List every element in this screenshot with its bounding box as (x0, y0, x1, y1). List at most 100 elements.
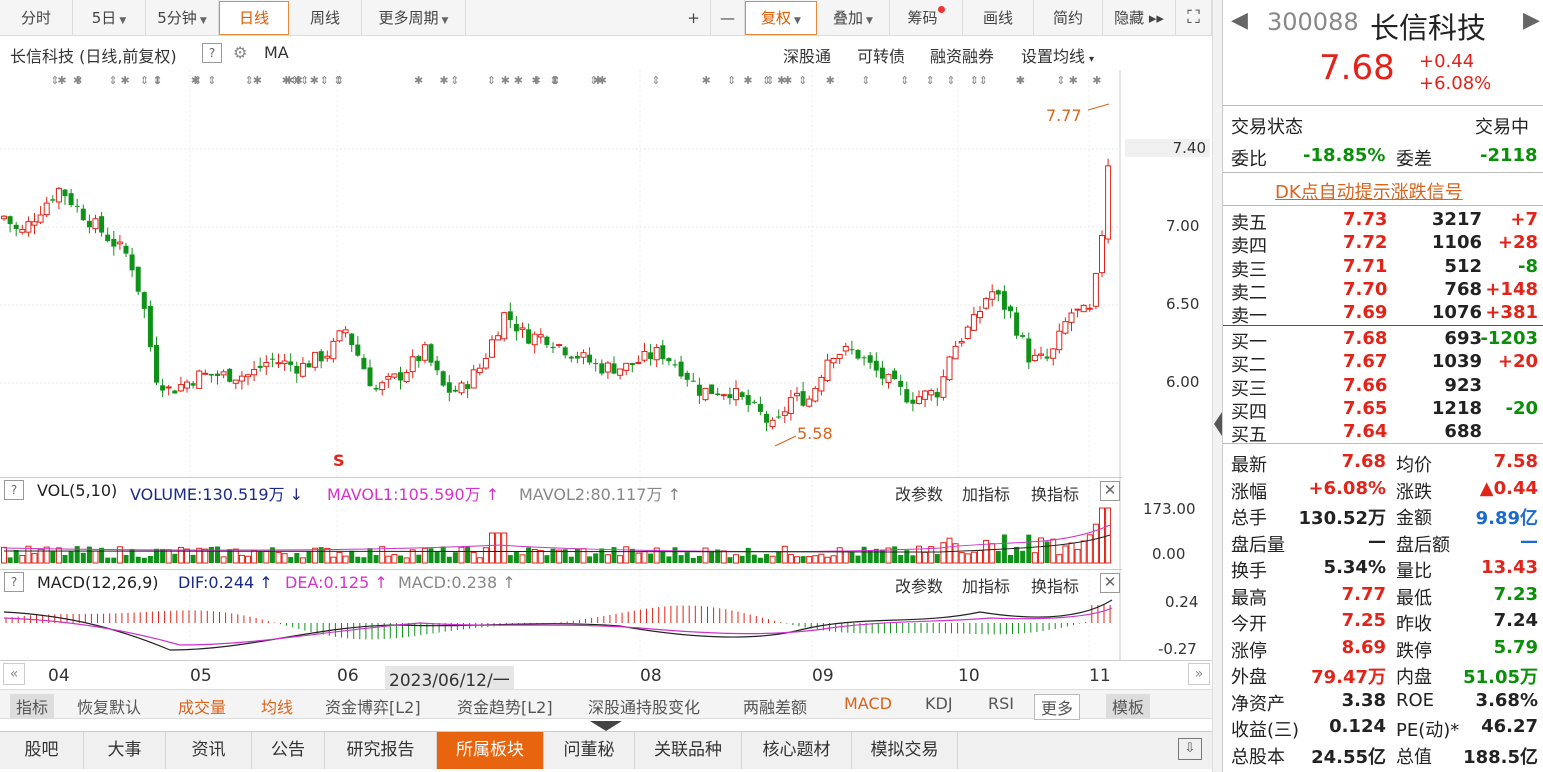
volume-bar (648, 553, 654, 563)
volume-bar (99, 547, 105, 563)
bottom-tab-9[interactable]: 模拟交易 (852, 732, 958, 769)
bottom-tabs: ⇩ 股吧 大事 资讯 公告 研究报告 所属板块 问董秘 关联品种 核心题材 模拟交易 (0, 731, 1215, 769)
download-icon[interactable]: ⇩ (1178, 738, 1202, 760)
volume-bar (812, 555, 819, 564)
event-marker-icon: ⇕ (946, 74, 955, 87)
candle-body (1080, 304, 1087, 313)
indicator-tab-7[interactable]: 两融差额 (743, 694, 807, 718)
candle-body (379, 382, 386, 391)
bottom-tab-8[interactable]: 核心题材 (742, 732, 852, 769)
bottom-tab-5[interactable]: 所属板块 (437, 732, 544, 769)
stat-value: 8.69 (1341, 636, 1386, 658)
candle-body (1056, 330, 1063, 351)
volume-bar (251, 550, 258, 564)
macd-close-icon[interactable]: ✕ (1100, 573, 1120, 593)
panel-splitter[interactable] (1212, 0, 1222, 772)
macd-edit-params-button[interactable]: 改参数 (895, 573, 943, 597)
stat-row: 换手 5.34% 量比 13.43 (1223, 557, 1543, 582)
volume-bar (55, 547, 62, 564)
volume-bar (1074, 549, 1081, 564)
candle-body (294, 365, 300, 374)
bid-row[interactable]: 买五 7.64 688 (1223, 421, 1543, 446)
volume-bar (220, 556, 227, 564)
indicator-tab-6[interactable]: 深股通持股变化 (588, 694, 700, 718)
bid-row[interactable]: 买四 7.65 1218 -20 (1223, 398, 1543, 423)
candle-body (757, 404, 763, 412)
ask-row[interactable]: 卖四 7.72 1106 +28 (1223, 232, 1543, 257)
volume-bar (1068, 542, 1075, 564)
dk-signal-link[interactable]: DK点自动提示涨跌信号 (1275, 178, 1463, 204)
event-marker-icon: ✱ (826, 74, 835, 87)
indicator-tab-3[interactable]: 均线 (261, 694, 293, 718)
bottom-tab-1[interactable]: 大事 (84, 732, 166, 769)
indicator-tab-12[interactable]: 模板 (1106, 694, 1151, 718)
candle-body (501, 312, 508, 340)
scroll-left-icon[interactable]: « (3, 663, 25, 685)
prev-stock-icon[interactable]: ◀ (1231, 8, 1248, 33)
macd-help-icon[interactable]: ? (4, 572, 24, 592)
candle-body (288, 361, 294, 365)
bottom-tab-6[interactable]: 问董秘 (544, 732, 635, 769)
volume-bar (111, 557, 117, 563)
scroll-right-icon[interactable]: » (1188, 663, 1210, 685)
bottom-tab-4[interactable]: 研究报告 (325, 732, 437, 769)
indicator-tab-2[interactable]: 成交量 (178, 694, 226, 718)
ask-row[interactable]: 卖三 7.71 512 -8 (1223, 256, 1543, 281)
candle-body (1086, 307, 1093, 310)
vol-switch-indicator-button[interactable]: 换指标 (1031, 481, 1079, 505)
bottom-tab-0[interactable]: 股吧 (0, 732, 84, 769)
indicator-tab-8[interactable]: MACD (844, 694, 892, 713)
bottom-tab-3[interactable]: 公告 (252, 732, 325, 769)
ask-row[interactable]: 卖五 7.73 3217 +7 (1223, 209, 1543, 234)
event-marker-icon: ⇕ (900, 74, 909, 87)
bid-row[interactable]: 买一 7.68 693 -1203 (1223, 328, 1543, 353)
vol-edit-params-button[interactable]: 改参数 (895, 481, 943, 505)
event-marker-icon: ✱ (783, 74, 792, 87)
ask-row[interactable]: 卖二 7.70 768 +148 (1223, 279, 1543, 304)
date-tick-label: 09 (812, 666, 834, 686)
stat-label: 净资产 (1231, 693, 1285, 715)
indicator-tab-9[interactable]: KDJ (925, 694, 953, 713)
next-stock-icon[interactable]: ▶ (1523, 8, 1540, 33)
candle-body (202, 372, 209, 375)
up-arrow-icon: ↑ (667, 485, 681, 504)
candle-body (129, 254, 135, 271)
macd-switch-indicator-button[interactable]: 换指标 (1031, 573, 1079, 597)
macd-add-indicator-button[interactable]: 加指标 (962, 573, 1010, 597)
stat-value: 51.05万 (1463, 667, 1538, 688)
indicator-tab-4[interactable]: 资金博弈[L2] (325, 694, 421, 718)
bottom-tab-2[interactable]: 资讯 (166, 732, 252, 769)
volume-bar (68, 550, 74, 563)
bid-price: 7.64 (1343, 421, 1388, 443)
indicator-tab-0[interactable]: 指标 (10, 694, 55, 718)
collapse-icon[interactable] (590, 721, 622, 731)
bottom-tab-7[interactable]: 关联品种 (635, 732, 742, 769)
candle-body (299, 362, 306, 377)
bid-row[interactable]: 买三 7.66 923 (1223, 375, 1543, 400)
indicator-tab-1[interactable]: 恢复默认 (77, 694, 141, 718)
stat-row: 最新 7.68 均价 7.58 (1223, 451, 1543, 476)
collapse-right-panel-icon[interactable] (1214, 412, 1222, 436)
candle-body (62, 189, 68, 197)
volume-bar (764, 553, 769, 563)
volume-bar (190, 554, 196, 563)
candle-body (147, 306, 153, 348)
indicator-tab-10[interactable]: RSI (988, 694, 1014, 713)
volume-bar (1026, 534, 1032, 563)
indicator-tab-5[interactable]: 资金趋势[L2] (457, 694, 553, 718)
volume-bar (361, 557, 367, 563)
indicator-tab-11[interactable]: 更多 (1034, 694, 1081, 720)
bid-volume: 1039 (1431, 351, 1482, 373)
volume-bar (281, 553, 288, 564)
volume-bar (1044, 541, 1050, 563)
volume-bar (288, 556, 294, 563)
event-marker-icon: ✱ (1092, 74, 1101, 87)
price-tick-label: 7.40 (1125, 139, 1210, 157)
bid-row[interactable]: 买二 7.67 1039 +20 (1223, 351, 1543, 376)
vol-close-icon[interactable]: ✕ (1100, 481, 1120, 501)
ask-row[interactable]: 卖一 7.69 1076 +381 (1223, 302, 1543, 327)
vol-add-indicator-button[interactable]: 加指标 (962, 481, 1010, 505)
vol-help-icon[interactable]: ? (4, 480, 24, 500)
vol-name: VOL(5,10) (37, 481, 118, 500)
kline-chart[interactable]: ⇕ ⇕✱ ✱ ✱✱ ⇕ ✱ ⇕⇕ ⇕ ✱⇕⇕ ⇕ ✱✱⇕ ✱✱ ⇕ ✱⇕✱ ⇕ ✱ ⇕⇕ ⇕⇕ ✱ ✱ ✱ ⇕✱⇕ ⇕⇕ ✱✱… (0, 0, 1215, 660)
